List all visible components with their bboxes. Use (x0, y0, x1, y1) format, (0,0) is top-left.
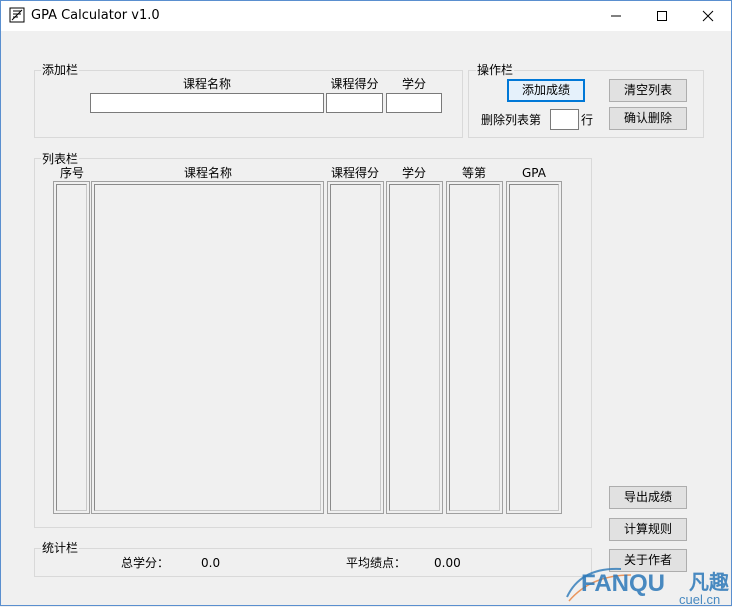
column-header-gpa: GPA (522, 166, 546, 180)
confirm-delete-button[interactable]: 确认删除 (609, 107, 687, 130)
delete-row-input[interactable] (550, 109, 579, 130)
ops-group-legend: 操作栏 (476, 63, 515, 77)
watermark-cn-text: 凡趣 (689, 570, 730, 594)
score-label: 课程得分 (330, 77, 379, 91)
clear-list-button[interactable]: 清空列表 (609, 79, 687, 102)
score-input[interactable] (326, 93, 383, 113)
close-icon (702, 10, 714, 22)
maximize-button[interactable] (639, 1, 685, 31)
credit-input[interactable] (386, 93, 442, 113)
minimize-icon (611, 15, 621, 17)
column-header-grade: 等第 (461, 166, 486, 180)
window-title: GPA Calculator v1.0 (31, 8, 160, 23)
gpa-listbox[interactable] (506, 181, 562, 514)
delete-row-prefix-label: 删除列表第 (481, 113, 542, 127)
minimize-button[interactable] (593, 1, 639, 31)
title-bar: GPA Calculator v1.0 (1, 1, 731, 31)
total-credits-label: 总学分： (121, 556, 170, 570)
stats-group (34, 548, 592, 577)
column-header-score: 课程得分 (330, 166, 379, 180)
score-listbox[interactable] (327, 181, 384, 514)
total-credits-value: 0.0 (201, 556, 221, 570)
column-header-course-name: 课程名称 (183, 166, 232, 180)
average-gpa-value: 0.00 (434, 556, 461, 570)
course-name-listbox[interactable] (91, 181, 324, 514)
column-header-index: 序号 (59, 166, 84, 180)
watermark-brand-text: FANQU (581, 570, 665, 597)
list-group-legend: 列表栏 (41, 152, 80, 166)
course-name-input[interactable] (90, 93, 324, 113)
stats-group-legend: 统计栏 (41, 541, 80, 555)
export-scores-button[interactable]: 导出成绩 (609, 486, 687, 509)
credit-listbox[interactable] (386, 181, 443, 514)
fanqu-watermark-logo: FANQU 凡趣 cuel.cn (566, 567, 730, 607)
index-listbox[interactable] (53, 181, 90, 514)
app-window: GPA Calculator v1.0 添加栏 课程名称 课程得分 学分 操作栏… (0, 0, 732, 607)
column-header-credit: 学分 (401, 166, 426, 180)
add-score-button[interactable]: 添加成绩 (507, 79, 585, 102)
maximize-icon (657, 11, 667, 21)
watermark-domain-text: cuel.cn (679, 592, 720, 607)
calculator-app-icon (9, 7, 25, 23)
average-gpa-label: 平均绩点： (346, 556, 407, 570)
course-name-label: 课程名称 (182, 77, 231, 91)
close-button[interactable] (685, 1, 731, 31)
add-group-legend: 添加栏 (41, 63, 80, 77)
grade-listbox[interactable] (446, 181, 503, 514)
calculation-rules-button[interactable]: 计算规则 (609, 518, 687, 541)
delete-row-suffix-label: 行 (581, 113, 594, 127)
credit-label: 学分 (401, 77, 426, 91)
